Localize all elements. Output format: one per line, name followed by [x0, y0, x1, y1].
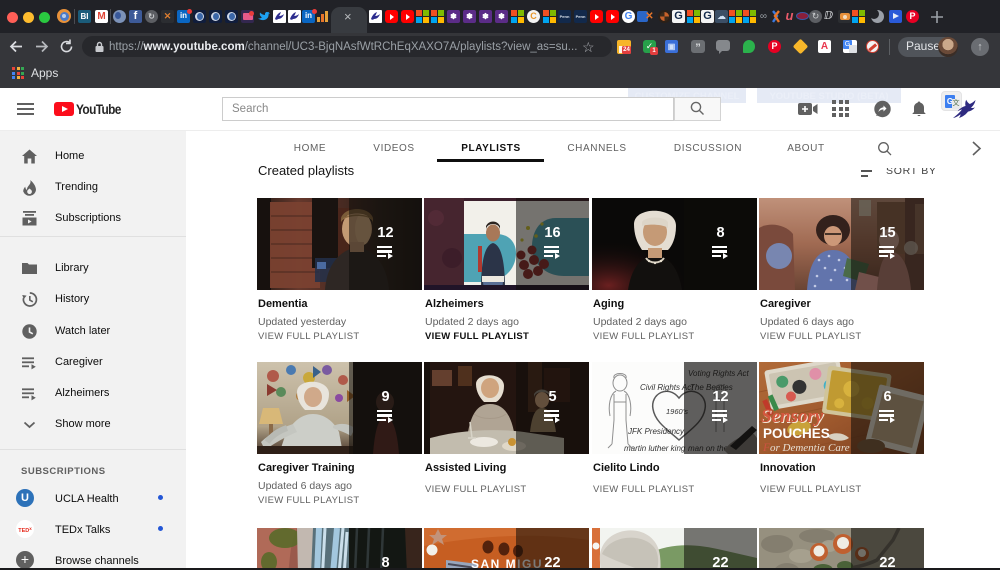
svg-text:or Dementia Care: or Dementia Care — [770, 442, 850, 454]
svg-text:Sensory: Sensory — [761, 406, 824, 427]
svg-text:martin luther king: martin luther king — [624, 444, 686, 453]
svg-text:POUCHES: POUCHES — [763, 426, 830, 441]
svg-text:JFK Presidency: JFK Presidency — [627, 427, 685, 436]
